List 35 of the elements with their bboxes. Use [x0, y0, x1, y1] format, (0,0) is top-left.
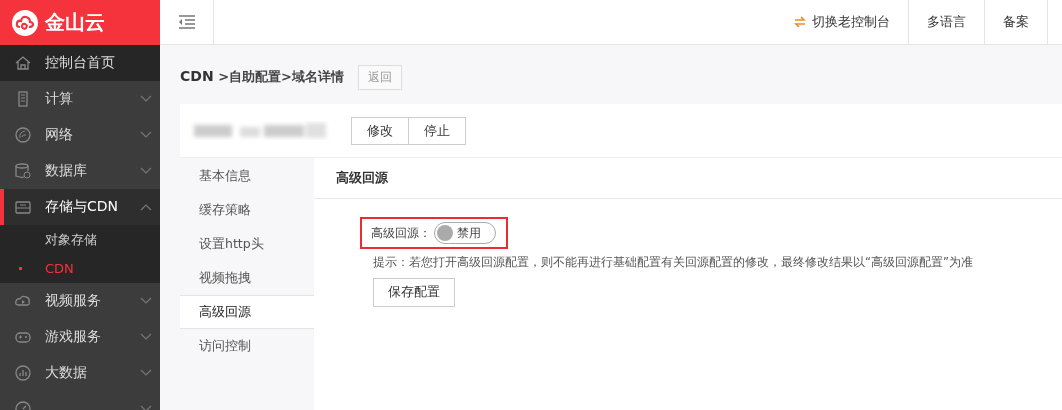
side-tab[interactable]: 基本信息 — [180, 159, 314, 193]
action-button[interactable]: 修改 — [351, 116, 409, 145]
sidebar-item[interactable]: 网络 — [0, 117, 160, 153]
logo-text: 金山云 — [45, 9, 105, 36]
sidebar-item[interactable]: 数据库 — [0, 153, 160, 189]
switch-label: 高级回源： — [371, 224, 431, 242]
switch-console-link[interactable]: 切换老控制台 — [776, 0, 908, 44]
menu-icon — [14, 364, 32, 382]
side-tab[interactable]: 视频拖拽 — [180, 261, 314, 295]
menu-icon — [14, 54, 32, 72]
cloud-logo-icon — [12, 9, 38, 36]
menu-collapse-icon[interactable] — [177, 15, 196, 29]
menu-icon — [14, 162, 32, 180]
side-tab[interactable]: 高级回源 — [180, 295, 314, 329]
breadcrumb: CDN >自助配置>域名详情 — [180, 68, 344, 86]
save-button[interactable]: 保存配置 — [373, 278, 455, 307]
sidebar-item[interactable]: 视频服务 — [0, 283, 160, 319]
sidebar-item[interactable]: 存储与CDN — [0, 189, 160, 225]
sidebar-item[interactable]: 计算 — [0, 81, 160, 117]
side-tab[interactable]: 设置http头 — [180, 227, 314, 261]
side-tab[interactable]: 缓存策略 — [180, 193, 314, 227]
sidebar-subitem[interactable]: CDN — [0, 254, 160, 283]
menu-icon — [14, 126, 32, 144]
side-tab[interactable]: 访问控制 — [180, 329, 314, 363]
top-link[interactable]: 多语言 — [908, 0, 984, 44]
menu-icon — [14, 198, 32, 216]
top-link[interactable]: 备案 — [984, 0, 1048, 44]
sidebar-item[interactable]: 大数据 — [0, 355, 160, 391]
action-button[interactable]: 停止 — [409, 116, 466, 145]
section-title: 高级回源 — [314, 158, 1062, 199]
swap-icon — [794, 16, 806, 28]
sidebar-item[interactable]: 游戏服务 — [0, 319, 160, 355]
sidebar-subitem[interactable]: 对象存储 — [0, 225, 160, 254]
sidebar-item[interactable]: 控制台首页 — [0, 45, 160, 81]
hint-text: 提示：若您打开高级回源配置，则不能再进行基础配置有关回源配置的修改，最终修改结果以“高级回源配置”为准 — [373, 255, 974, 270]
